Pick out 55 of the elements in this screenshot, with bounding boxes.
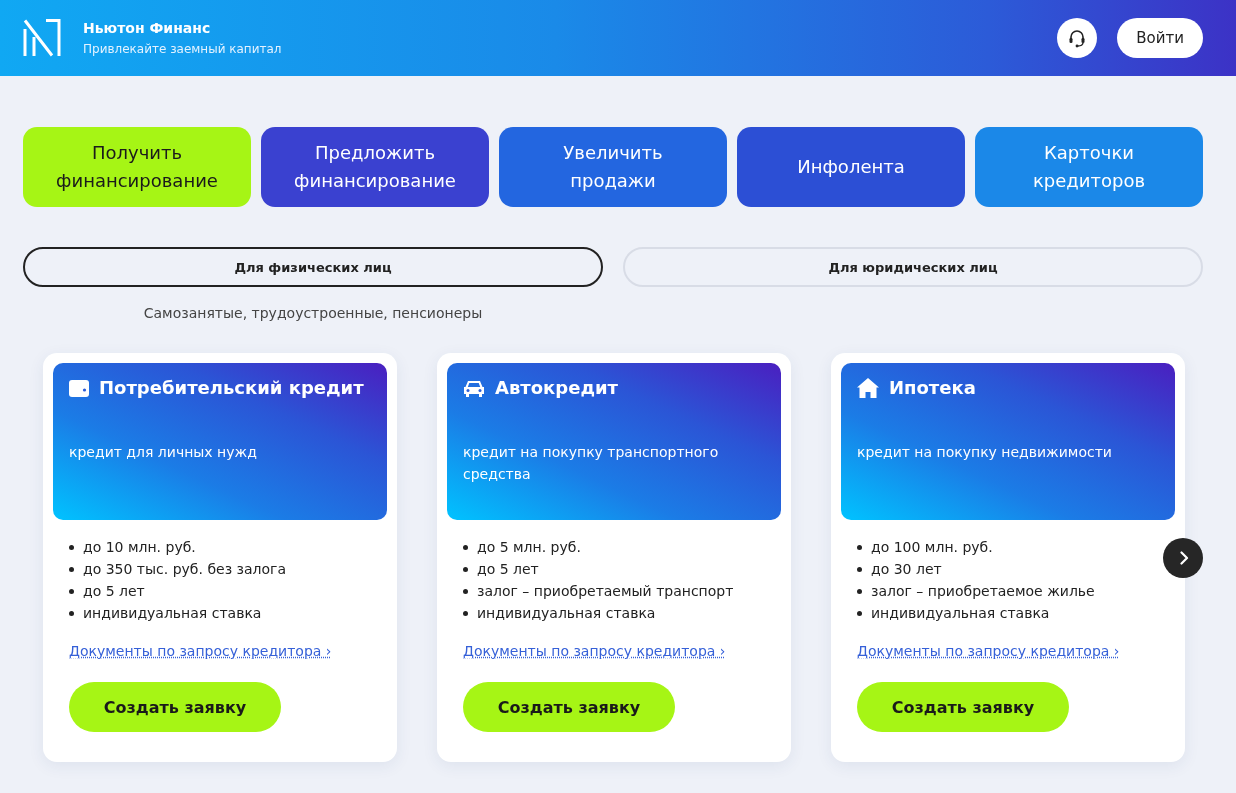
feature-text: до 5 лет <box>83 582 145 601</box>
login-button[interactable]: Войти <box>1117 18 1203 58</box>
feature-text: индивидуальная ставка <box>477 604 656 623</box>
carousel-next-button[interactable] <box>1163 538 1203 578</box>
documents-link[interactable]: Документы по запросу кредитора › <box>69 643 332 659</box>
card-title: Ипотека <box>889 377 976 399</box>
feature-text: индивидуальная ставка <box>83 604 262 623</box>
feature-text: до 100 млн. руб. <box>871 538 993 557</box>
audience-note: Самозанятые, трудоустроенные, пенсионеры <box>143 305 483 322</box>
card-title: Автокредит <box>495 377 618 399</box>
bullet-icon <box>857 566 862 572</box>
car-icon <box>463 379 485 397</box>
feature-text: до 5 лет <box>477 560 539 579</box>
feature-text: залог – приобретаемое жилье <box>871 582 1095 601</box>
feature-text: залог – приобретаемый транспорт <box>477 582 734 601</box>
audience-tab[interactable]: Для юридических лиц <box>623 247 1203 287</box>
bullet-icon <box>69 588 74 594</box>
brand-tagline: Привлекайте заемный капитал <box>83 41 282 57</box>
card-description: кредит на покупку недвижимости <box>857 443 1113 462</box>
feature-text: до 350 тыс. руб. без залога <box>83 560 286 579</box>
bullet-icon <box>463 566 468 572</box>
brand-name: Ньютон Финанс <box>83 19 212 37</box>
feature-text: до 30 лет <box>871 560 942 579</box>
nav-tile[interactable]: Увеличить продажи <box>499 127 727 207</box>
card-description: кредит для личных нужд <box>69 443 258 462</box>
bullet-icon <box>69 566 74 572</box>
headset-icon <box>1067 28 1088 48</box>
bullet-icon <box>69 610 74 616</box>
house-icon <box>857 378 879 398</box>
card-description: кредит на покупку транспортного средства <box>463 443 720 484</box>
card-title: Потребительский кредит <box>99 377 364 399</box>
create-request-button[interactable]: Создать заявку <box>69 682 281 732</box>
bullet-icon <box>857 610 862 616</box>
create-request-button[interactable]: Создать заявку <box>857 682 1069 732</box>
logo-icon <box>22 19 62 57</box>
feature-text: до 5 млн. руб. <box>477 538 581 557</box>
bullet-icon <box>463 610 468 616</box>
wallet-icon <box>69 379 89 397</box>
documents-link[interactable]: Документы по запросу кредитора › <box>463 643 726 659</box>
nav-tile[interactable]: Предложить финансирование <box>261 127 489 207</box>
nav-tile[interactable]: Карточки кредиторов <box>975 127 1203 207</box>
documents-link[interactable]: Документы по запросу кредитора › <box>857 643 1120 659</box>
chevron-right-icon <box>1179 551 1189 565</box>
nav-tile[interactable]: Получить финансирование <box>23 127 251 207</box>
support-button[interactable] <box>1057 18 1098 58</box>
bullet-icon <box>463 588 468 594</box>
bullet-icon <box>857 588 862 594</box>
nav-tile[interactable]: Инфолента <box>737 127 965 207</box>
feature-text: до 10 млн. руб. <box>83 538 196 557</box>
bullet-icon <box>69 544 74 550</box>
bullet-icon <box>857 544 862 550</box>
feature-text: индивидуальная ставка <box>871 604 1050 623</box>
bullet-icon <box>463 544 468 550</box>
audience-tab[interactable]: Для физических лиц <box>23 247 603 287</box>
create-request-button[interactable]: Создать заявку <box>463 682 675 732</box>
